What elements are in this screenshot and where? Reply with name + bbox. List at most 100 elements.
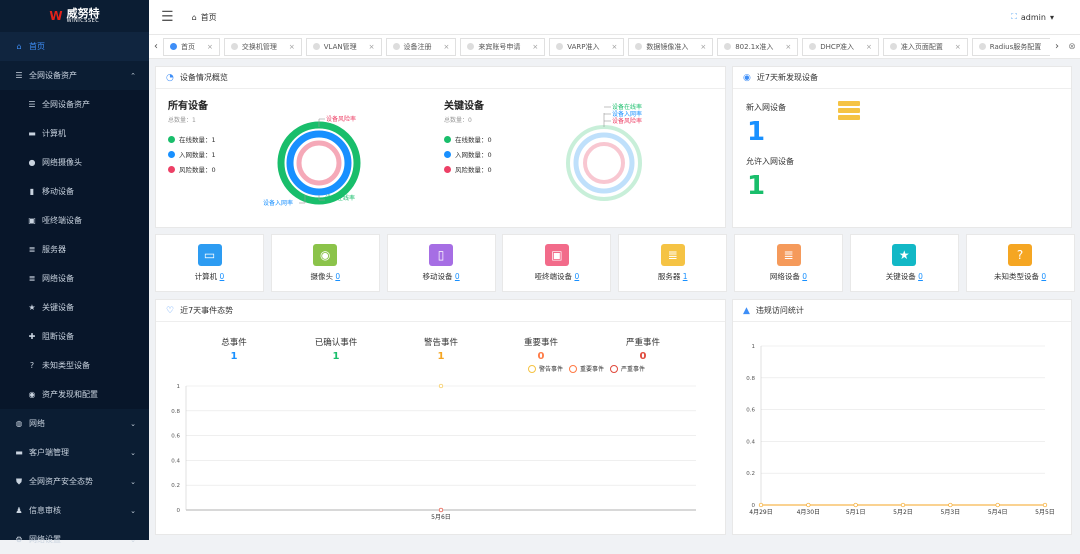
y-tick-label: 0: [177, 508, 181, 514]
sidebar-item-7[interactable]: ≣ 服务器: [0, 235, 149, 264]
allowed-devices-value: 1: [747, 171, 766, 201]
camera-icon: ◉: [313, 244, 338, 266]
allowed-devices-label: 允许入网设备: [746, 157, 794, 166]
fullscreen-icon[interactable]: ⛶: [1011, 12, 1017, 22]
close-icon[interactable]: ×: [369, 43, 375, 51]
events-legend-item[interactable]: 警告事件: [528, 364, 563, 373]
close-icon[interactable]: ×: [289, 43, 295, 51]
data-point[interactable]: [900, 502, 906, 508]
data-point[interactable]: [438, 507, 444, 513]
user-menu[interactable]: ⛶ admin ▾: [1011, 12, 1054, 22]
category-card-5[interactable]: ≣ 网络设备 0: [734, 234, 843, 292]
event-stat-value: 0: [639, 351, 647, 362]
close-icon[interactable]: ×: [207, 43, 213, 51]
close-icon[interactable]: ×: [532, 43, 538, 51]
ring-label-join: 设备入网率: [263, 199, 293, 207]
ring-label-online: 设备在线率: [325, 194, 355, 202]
sidebar-item-3[interactable]: ▬ 计算机: [0, 119, 149, 148]
events-legend: 警告事件 重要事件 严重事件: [528, 364, 645, 373]
sidebar-item-0[interactable]: ⌂ 首页: [0, 32, 149, 61]
category-count-link[interactable]: 0: [918, 272, 923, 281]
close-icon[interactable]: ×: [611, 43, 617, 51]
data-point[interactable]: [853, 502, 858, 508]
tab-6[interactable]: 数据镜像准入 ×: [628, 37, 714, 56]
tab-5[interactable]: VARP准入 ×: [549, 37, 625, 56]
sidebar-item-16[interactable]: ♟ 信息审核 ⌄: [0, 496, 149, 525]
event-stat-label: 总事件: [221, 338, 247, 348]
category-count-link[interactable]: 0: [220, 272, 225, 281]
close-icon[interactable]: ×: [785, 43, 791, 51]
sidebar-item-6[interactable]: ▣ 哑终端设备: [0, 206, 149, 235]
tab-label: 来宾账号申请: [478, 42, 521, 51]
camera-icon: ●: [28, 158, 36, 167]
sidebar-item-9[interactable]: ★ 关键设备: [0, 293, 149, 322]
category-card-0[interactable]: ▭ 计算机 0: [155, 234, 264, 292]
sidebar-item-label: 全网资产安全态势: [29, 477, 93, 486]
category-label: 网络设备 0: [770, 271, 807, 282]
category-card-6[interactable]: ★ 关键设备 0: [849, 234, 959, 292]
tab-9[interactable]: 准入页面配置 ×: [882, 37, 968, 56]
category-count-link[interactable]: 0: [802, 272, 807, 281]
sidebar-item-14[interactable]: ▬ 客户端管理 ⌄: [0, 438, 149, 467]
category-count-link[interactable]: 0: [1041, 272, 1046, 281]
category-card-3[interactable]: ▣ 哑终端设备 0: [502, 234, 612, 292]
sidebar-item-13[interactable]: ◍ 网络 ⌄: [0, 409, 149, 438]
key-devices-total: 总数量：0: [444, 117, 472, 124]
category-card-1[interactable]: ◉ 摄像头 0: [270, 234, 380, 292]
events-legend-item[interactable]: 重要事件: [569, 364, 604, 373]
logo-mark-icon: W: [49, 9, 63, 23]
sidebar-item-11[interactable]: ? 未知类型设备: [0, 351, 149, 380]
category-count-link[interactable]: 1: [683, 272, 688, 281]
category-card-2[interactable]: ▯ 移动设备 0: [386, 234, 496, 292]
recent-devices-card: ◉ 近7天新发现设备 新入网设备 1 允许入网设备 1: [732, 66, 1072, 228]
question-icon: ?: [1008, 244, 1033, 266]
tab-scroll-right-icon[interactable]: ›: [1050, 41, 1064, 52]
legend-dot-icon: [168, 135, 175, 143]
tab-7[interactable]: 802.1x准入 ×: [717, 37, 799, 56]
category-label: 计算机 0: [195, 271, 225, 282]
tab-8[interactable]: DHCP准入 ×: [802, 37, 879, 56]
tab-dot-icon: [635, 43, 643, 50]
overview-title: 设备情况概览: [179, 73, 228, 82]
menu-toggle-icon[interactable]: ☰: [161, 9, 174, 25]
category-card-4[interactable]: ≣ 服务器 1: [618, 234, 728, 292]
tab-0[interactable]: 首页 ×: [163, 37, 220, 56]
category-count-link[interactable]: 0: [455, 272, 460, 281]
category-card-7[interactable]: ? 未知类型设备 0: [965, 234, 1075, 292]
close-icon[interactable]: ×: [700, 43, 706, 51]
category-count-link[interactable]: 0: [335, 272, 340, 281]
data-point[interactable]: [995, 502, 1000, 508]
chevron-down-icon: ⌄: [130, 477, 136, 486]
tab-1[interactable]: 交换机管理 ×: [223, 37, 302, 56]
close-all-tabs-icon[interactable]: ⊗: [1064, 42, 1080, 52]
category-count-link[interactable]: 0: [574, 272, 579, 281]
sidebar-item-10[interactable]: ✚ 阻断设备: [0, 322, 149, 351]
data-point[interactable]: [438, 383, 444, 389]
recent-header: ◉ 近7天新发现设备: [733, 67, 1071, 89]
sidebar-item-15[interactable]: ⛊ 全网资产安全态势 ⌄: [0, 467, 149, 496]
data-point[interactable]: [1042, 502, 1048, 508]
data-point[interactable]: [948, 502, 953, 508]
sidebar-item-4[interactable]: ● 网络摄像头: [0, 148, 149, 177]
close-icon[interactable]: ×: [866, 43, 872, 51]
close-icon[interactable]: ×: [444, 43, 450, 51]
sidebar-item-2[interactable]: ☰ 全网设备资产: [0, 90, 149, 119]
tab-label: VLAN管理: [323, 42, 357, 51]
sidebar-item-1[interactable]: ☰ 全网设备资产 ⌃: [0, 61, 149, 90]
data-point[interactable]: [758, 502, 764, 508]
sidebar-item-5[interactable]: ▮ 移动设备: [0, 177, 149, 206]
event-stat-value: 0: [537, 351, 545, 362]
data-point[interactable]: [806, 502, 811, 508]
sidebar-item-12[interactable]: ◉ 资产发现和配置: [0, 380, 149, 409]
tab-10[interactable]: Radius服务配置×: [971, 37, 1050, 56]
close-icon[interactable]: ×: [955, 43, 961, 51]
tab-2[interactable]: VLAN管理 ×: [305, 37, 382, 56]
tab-3[interactable]: 设备注册 ×: [385, 37, 457, 56]
topbar: ☰ ⌂ 首页 ⛶ admin ▾: [149, 0, 1080, 35]
tab-4[interactable]: 来宾账号申请 ×: [460, 37, 546, 56]
events-legend-item[interactable]: 严重事件: [610, 364, 645, 373]
category-name: 移动设备: [422, 272, 453, 281]
y-tick-label: 0.6: [746, 408, 755, 414]
sidebar-item-8[interactable]: ≣ 网络设备: [0, 264, 149, 293]
tab-scroll-left-icon[interactable]: ‹: [149, 41, 163, 52]
